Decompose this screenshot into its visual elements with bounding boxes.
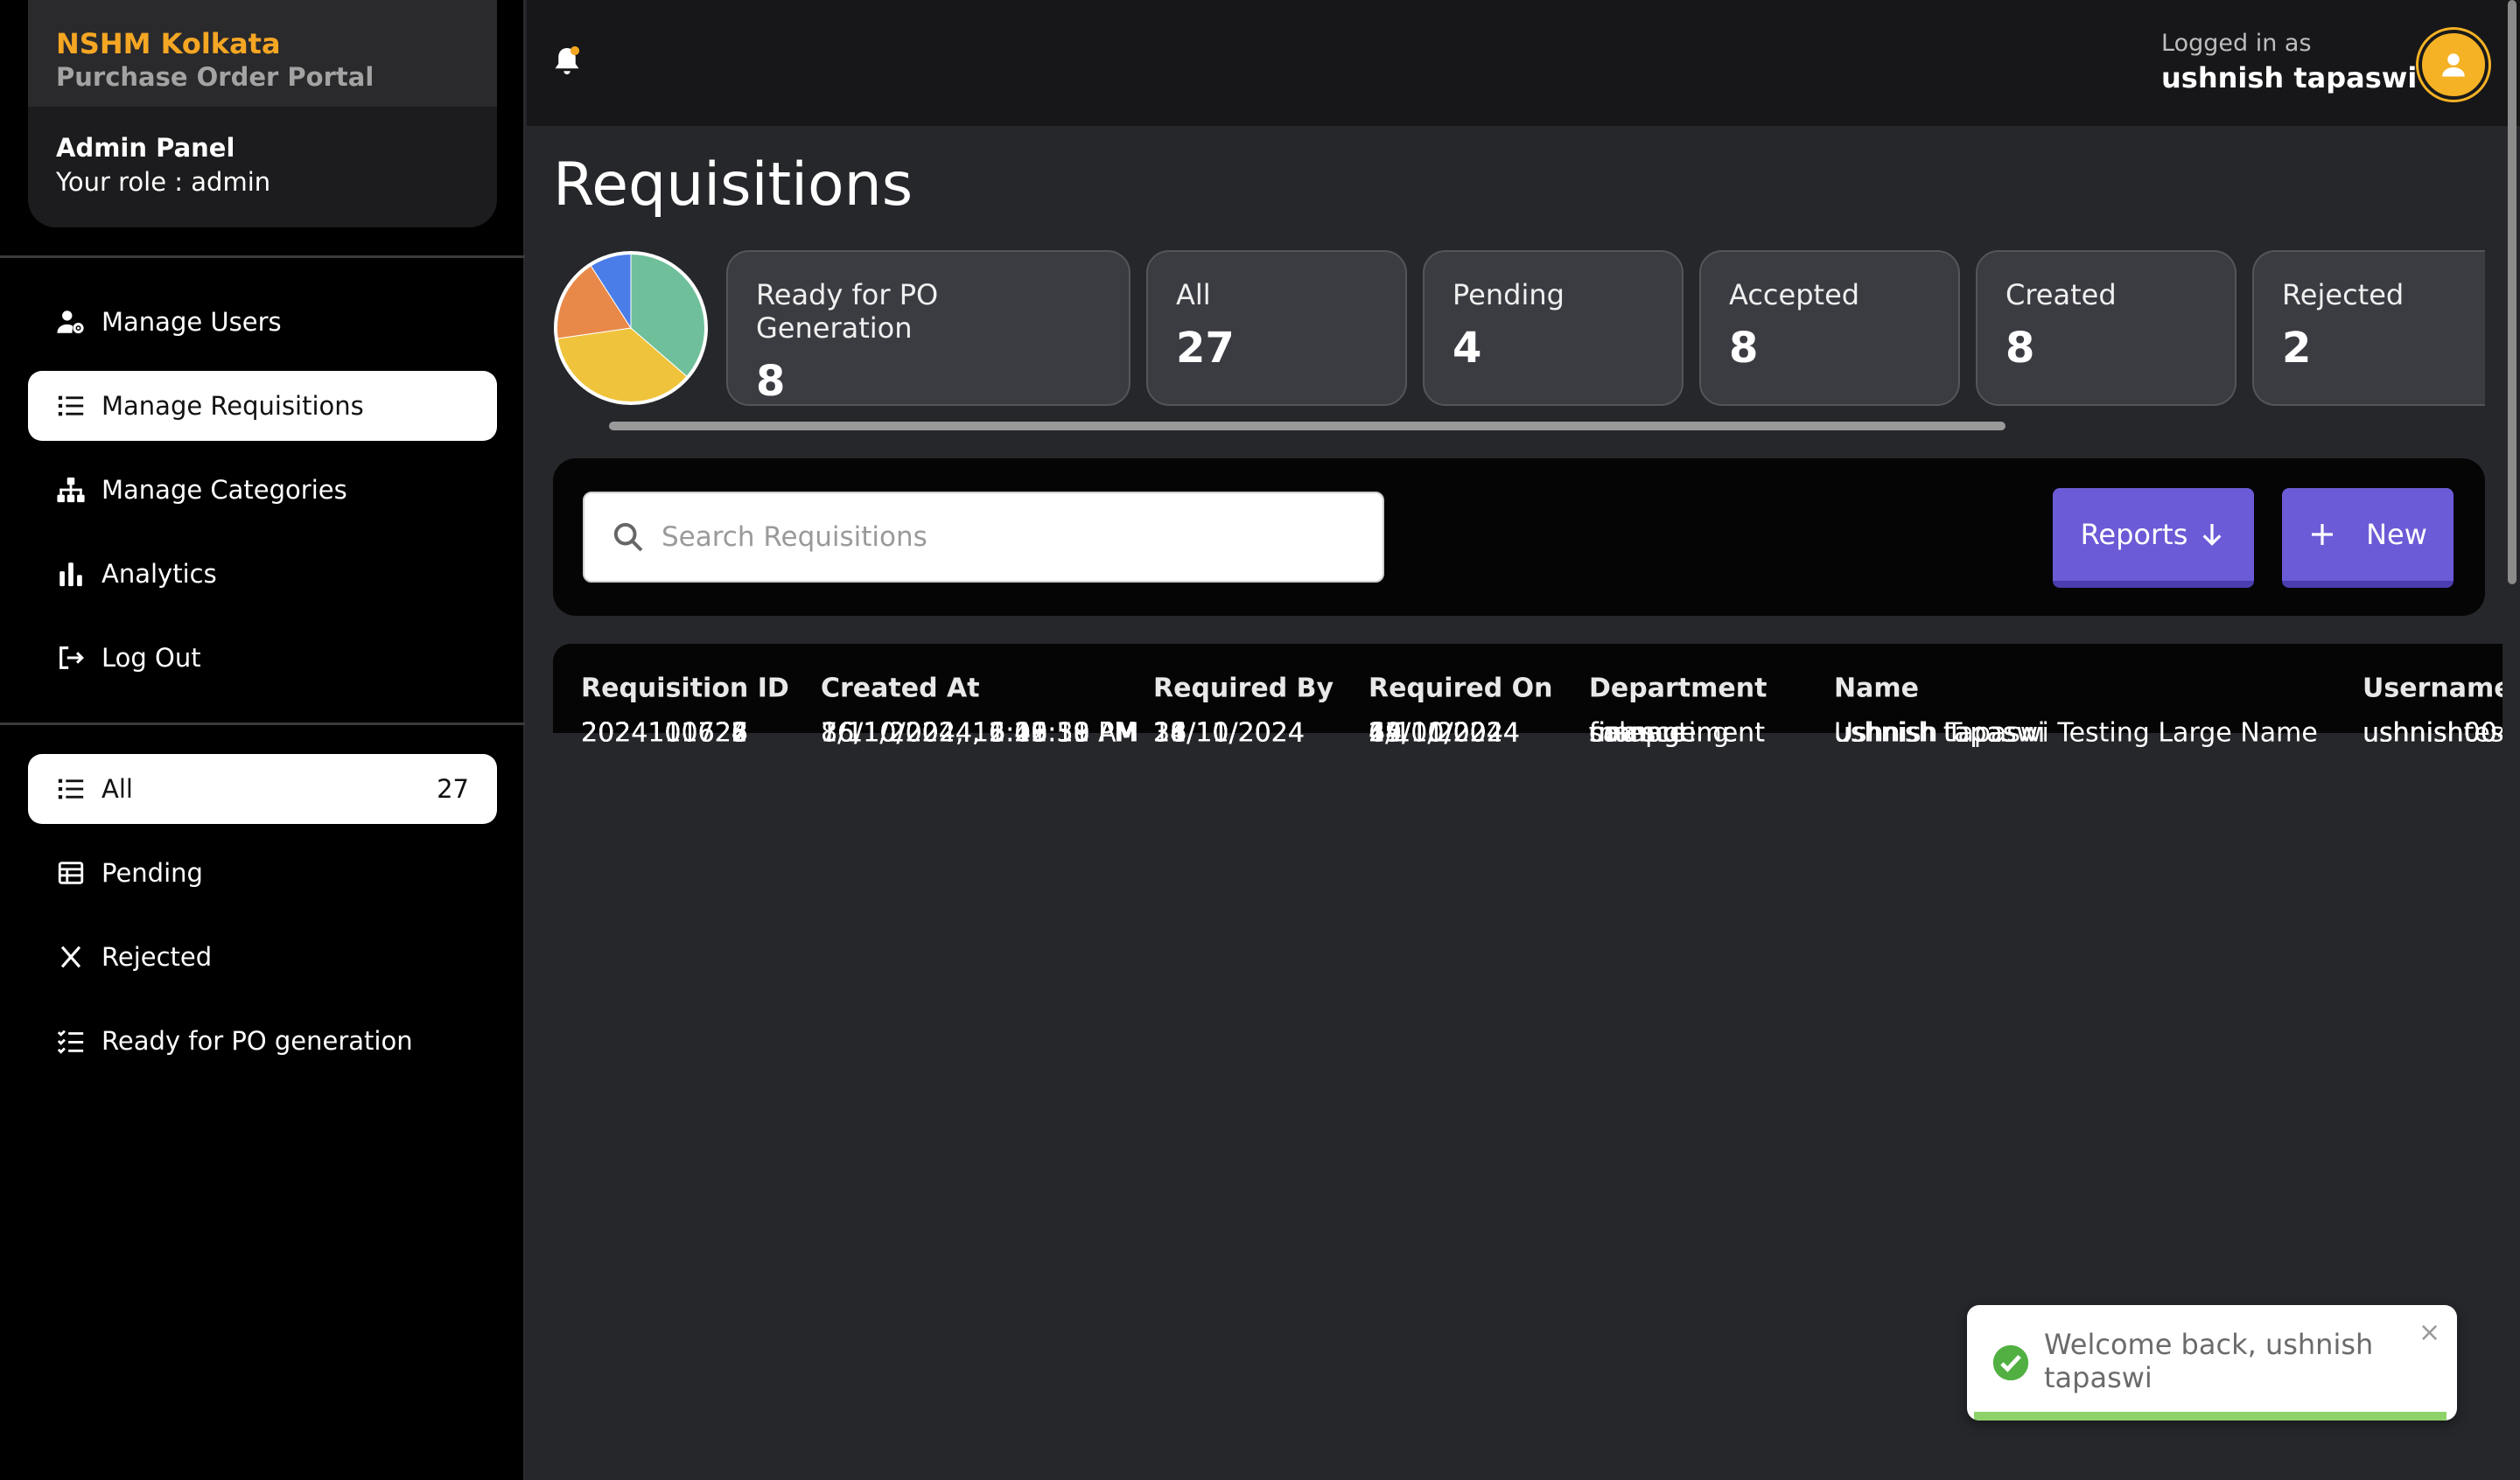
filter-label: All	[102, 774, 133, 804]
toast-message: Welcome back, ushnish tapaswi	[2044, 1328, 2374, 1394]
column-header[interactable]: Department	[1589, 674, 1767, 704]
search-input[interactable]	[662, 521, 1362, 553]
nav-manage-requisitions[interactable]: Manage Requisitions	[28, 371, 497, 441]
stat-value: 8	[1729, 324, 1759, 373]
table-cell: 2024101622	[581, 717, 748, 749]
welcome-toast: Welcome back, ushnish tapaswi ×	[1967, 1305, 2457, 1421]
bar-chart-icon	[60, 562, 82, 587]
column-header[interactable]: Requisition ID	[581, 674, 789, 704]
filter-count: 27	[437, 774, 469, 804]
user-icon	[2442, 53, 2465, 77]
stat-label: Ready for PO Generation	[756, 278, 939, 345]
stat-value: 4	[1452, 324, 1482, 373]
stat-value: 8	[756, 357, 786, 406]
table-cell: management	[1589, 717, 1765, 749]
nav-logout[interactable]: Log Out	[28, 623, 497, 693]
filter-rejected[interactable]: Rejected	[28, 922, 497, 992]
checklist-icon	[57, 1030, 84, 1054]
toast-progress-bar	[1974, 1412, 2446, 1421]
search-box[interactable]	[583, 492, 1384, 583]
stat-card-all[interactable]: All 27	[1146, 250, 1407, 406]
status-pie-chart	[554, 251, 708, 405]
sidebar-divider	[0, 723, 525, 725]
column-header[interactable]: Name	[1834, 674, 1919, 704]
avatar[interactable]	[2418, 30, 2488, 100]
nav-label: Log Out	[102, 643, 201, 673]
plus-icon	[2312, 524, 2334, 545]
nav-analytics[interactable]: Analytics	[28, 539, 497, 609]
filter-label: Pending	[102, 858, 203, 888]
nav-label: Manage Users	[102, 307, 282, 337]
stat-label: Rejected	[2282, 278, 2404, 311]
logged-in-label: Logged in as	[2161, 30, 2312, 57]
filter-pending[interactable]: Pending	[28, 838, 497, 908]
nav-label: Manage Requisitions	[102, 391, 364, 421]
logged-in-username: ushnish tapaswi	[2161, 61, 2418, 94]
stat-card-ready-for-po[interactable]: Ready for PO Generation 8	[726, 250, 1130, 406]
filter-ready-for-po[interactable]: Ready for PO generation	[28, 1006, 497, 1076]
column-header[interactable]: Required By	[1153, 674, 1334, 704]
admin-panel-info: Admin Panel Your role : admin	[28, 107, 497, 199]
table-cell: ushnish004	[2362, 717, 2502, 749]
brand-name: NSHM Kolkata	[56, 27, 281, 60]
table-icon	[58, 862, 84, 884]
page-vertical-scrollbar[interactable]	[2508, 0, 2516, 584]
reports-label: Reports	[2080, 518, 2188, 551]
table-cell: 17/10/2024	[1368, 717, 1520, 749]
user-gear-icon	[57, 311, 84, 334]
stat-label: Created	[2006, 278, 2117, 311]
arrow-down-icon	[2202, 524, 2222, 546]
sitemap-icon	[57, 477, 85, 503]
new-label: New	[2366, 518, 2427, 551]
nav-manage-categories[interactable]: Manage Categories	[28, 455, 497, 525]
nav-label: Manage Categories	[102, 475, 347, 505]
new-button[interactable]: New	[2282, 488, 2454, 588]
stat-label: All	[1176, 278, 1211, 311]
filter-label: Rejected	[102, 942, 213, 972]
stat-label: Pending	[1452, 278, 1564, 311]
panel-title: Admin Panel	[56, 133, 235, 163]
filter-all[interactable]: All 27	[28, 754, 497, 824]
stat-value: 8	[2006, 324, 2035, 373]
table-cell: ushnish tapaswi	[1834, 717, 2046, 749]
stat-card-rejected[interactable]: Rejected 2	[2252, 250, 2485, 406]
brand-header: NSHM Kolkata Purchase Order Portal	[28, 0, 497, 107]
stat-label: Accepted	[1729, 278, 1860, 311]
brand-card: NSHM Kolkata Purchase Order Portal Admin…	[28, 0, 497, 227]
stat-value: 27	[1176, 324, 1235, 373]
stat-value: 2	[2282, 324, 2312, 373]
stat-card-accepted[interactable]: Accepted 8	[1699, 250, 1960, 406]
column-header[interactable]: Username	[2362, 674, 2502, 704]
logout-icon	[60, 646, 84, 669]
table-cell: 18/10/2024	[1153, 717, 1305, 749]
brand-subtitle: Purchase Order Portal	[56, 62, 374, 92]
list-icon	[58, 778, 84, 799]
page-title: Requisitions	[553, 150, 914, 220]
stats-horizontal-scrollbar[interactable]	[609, 422, 2006, 430]
search-icon	[613, 522, 643, 552]
panel-role: Your role : admin	[56, 167, 271, 197]
x-icon	[60, 946, 81, 968]
filter-label: Ready for PO generation	[102, 1026, 413, 1056]
column-header[interactable]: Created At	[821, 674, 980, 704]
table-cell: 16/10/2024, 5:19:10 PM	[821, 717, 1138, 749]
list-icon	[58, 395, 84, 416]
stat-card-created[interactable]: Created 8	[1976, 250, 2236, 406]
sidebar: NSHM Kolkata Purchase Order Portal Admin…	[0, 0, 525, 1480]
nav-label: Analytics	[102, 559, 217, 589]
column-header[interactable]: Required On	[1368, 674, 1552, 704]
check-circle-icon	[1992, 1344, 2029, 1381]
reports-button[interactable]: Reports	[2053, 488, 2254, 588]
sidebar-divider	[0, 255, 525, 258]
bell-icon[interactable]	[551, 44, 583, 79]
stat-card-pending[interactable]: Pending 4	[1423, 250, 1684, 406]
nav-manage-users[interactable]: Manage Users	[28, 287, 497, 357]
close-icon[interactable]: ×	[2418, 1317, 2440, 1348]
